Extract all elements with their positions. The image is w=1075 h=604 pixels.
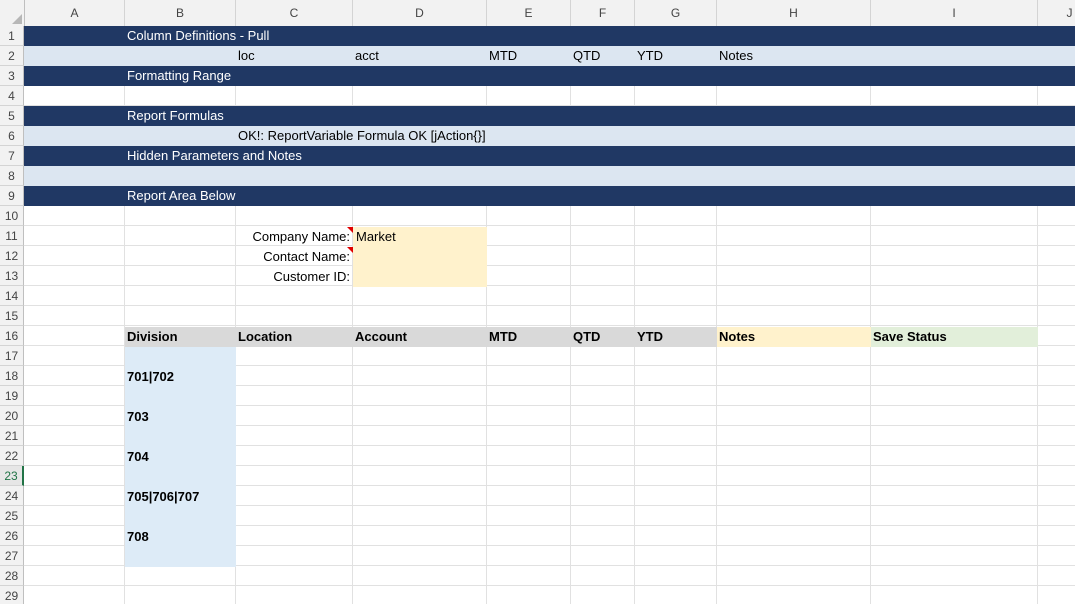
row-header-5[interactable]: 5	[0, 106, 24, 126]
band-report-formulas: Report Formulas	[24, 106, 1075, 126]
row-header-8[interactable]: 8	[0, 166, 24, 186]
spreadsheet-grid[interactable]: A B C D E F G H I J 1 2 3 4 5 6 7 8 9 10 11 12 13 14 1…	[0, 0, 1075, 604]
row-header-18[interactable]: 18	[0, 366, 24, 386]
select-all-corner[interactable]	[0, 0, 25, 26]
band-title: Formatting Range	[127, 68, 232, 83]
row-header-24[interactable]: 24	[0, 486, 24, 506]
division-cell[interactable]: 708	[125, 527, 236, 547]
header-notes[interactable]: Notes	[717, 327, 871, 347]
row-header-14[interactable]: 14	[0, 286, 24, 306]
band-report-area: Report Area Below	[24, 186, 1075, 206]
contact-name-label: Contact Name:	[263, 249, 350, 264]
row-header-3[interactable]: 3	[0, 66, 24, 86]
column-header-d[interactable]: D	[353, 0, 487, 26]
company-name-input[interactable]: Market	[353, 227, 487, 247]
column-header-f[interactable]: F	[571, 0, 635, 26]
header-save-status[interactable]: Save Status	[871, 327, 1038, 347]
row-header-27[interactable]: 27	[0, 546, 24, 566]
band-title: Column Definitions - Pull	[127, 28, 270, 43]
division-cell[interactable]: 703	[125, 407, 236, 427]
contact-name-input[interactable]	[353, 247, 487, 267]
row-header-1[interactable]: 1	[0, 26, 24, 46]
division-cell[interactable]: 705|706|707	[125, 487, 236, 507]
band-hidden-parameters: Hidden Parameters and Notes	[24, 146, 1075, 166]
gridline	[24, 305, 1075, 306]
row-header-20[interactable]: 20	[0, 406, 24, 426]
band-hidden-params-row	[24, 166, 1075, 186]
gridline	[24, 325, 1075, 326]
column-header-a[interactable]: A	[25, 0, 125, 26]
row-header-28[interactable]: 28	[0, 566, 24, 586]
gridline	[24, 585, 1075, 586]
row-header-2[interactable]: 2	[0, 46, 24, 66]
column-header-g[interactable]: G	[635, 0, 717, 26]
formula-status-text[interactable]: OK!: ReportVariable Formula OK [jAction{…	[238, 126, 486, 146]
column-header-b[interactable]: B	[125, 0, 236, 26]
gridline	[24, 225, 1075, 226]
column-header-h[interactable]: H	[717, 0, 871, 26]
row-header-21[interactable]: 21	[0, 426, 24, 446]
row-header-4[interactable]: 4	[0, 86, 24, 106]
band-title: Report Formulas	[127, 108, 224, 123]
header-mtd[interactable]: MTD	[487, 327, 571, 347]
header-division[interactable]: Division	[125, 327, 236, 347]
customer-id-label: Customer ID:	[273, 269, 350, 284]
row-header-26[interactable]: 26	[0, 526, 24, 546]
col-key-mtd[interactable]: MTD	[489, 46, 517, 66]
row-header-15[interactable]: 15	[0, 306, 24, 326]
row-header-17[interactable]: 17	[0, 346, 24, 366]
column-header-i[interactable]: I	[871, 0, 1038, 26]
col-key-ytd[interactable]: YTD	[637, 46, 663, 66]
col-key-loc[interactable]: loc	[238, 46, 255, 66]
row-header-22[interactable]: 22	[0, 446, 24, 466]
row-header-6[interactable]: 6	[0, 126, 24, 146]
row-header-29[interactable]: 29	[0, 586, 24, 604]
division-cell[interactable]: 704	[125, 447, 236, 467]
header-location[interactable]: Location	[236, 327, 353, 347]
row-header-9[interactable]: 9	[0, 186, 24, 206]
band-column-definitions: Column Definitions - Pull	[24, 26, 1075, 46]
division-cell[interactable]: 701|702	[125, 367, 236, 387]
header-qtd[interactable]: QTD	[571, 327, 635, 347]
column-header-bar: A B C D E F G H I J	[0, 0, 1075, 27]
row-header-23[interactable]: 23	[0, 466, 24, 486]
col-key-notes[interactable]: Notes	[719, 46, 753, 66]
select-all-triangle-icon	[12, 14, 22, 24]
band-formula-status: OK!: ReportVariable Formula OK [jAction{…	[24, 126, 1075, 146]
column-header-c[interactable]: C	[236, 0, 353, 26]
band-column-keys: loc acct MTD QTD YTD Notes	[24, 46, 1075, 66]
row-header-11[interactable]: 11	[0, 226, 24, 246]
column-header-j[interactable]: J	[1038, 0, 1075, 26]
header-ytd[interactable]: YTD	[635, 327, 717, 347]
band-title: Hidden Parameters and Notes	[127, 148, 302, 163]
header-account[interactable]: Account	[353, 327, 487, 347]
row-header-10[interactable]: 10	[0, 206, 24, 226]
row-header-16[interactable]: 16	[0, 326, 24, 346]
band-formatting-range: Formatting Range	[24, 66, 1075, 86]
col-key-acct[interactable]: acct	[355, 46, 379, 66]
row-header-19[interactable]: 19	[0, 386, 24, 406]
band-title: Report Area Below	[127, 188, 236, 203]
row-header-7[interactable]: 7	[0, 146, 24, 166]
row-header-12[interactable]: 12	[0, 246, 24, 266]
company-name-label: Company Name:	[252, 229, 350, 244]
row-header-25[interactable]: 25	[0, 506, 24, 526]
customer-id-input[interactable]	[353, 267, 487, 287]
col-key-qtd[interactable]: QTD	[573, 46, 600, 66]
row-header-13[interactable]: 13	[0, 266, 24, 286]
column-header-e[interactable]: E	[487, 0, 571, 26]
